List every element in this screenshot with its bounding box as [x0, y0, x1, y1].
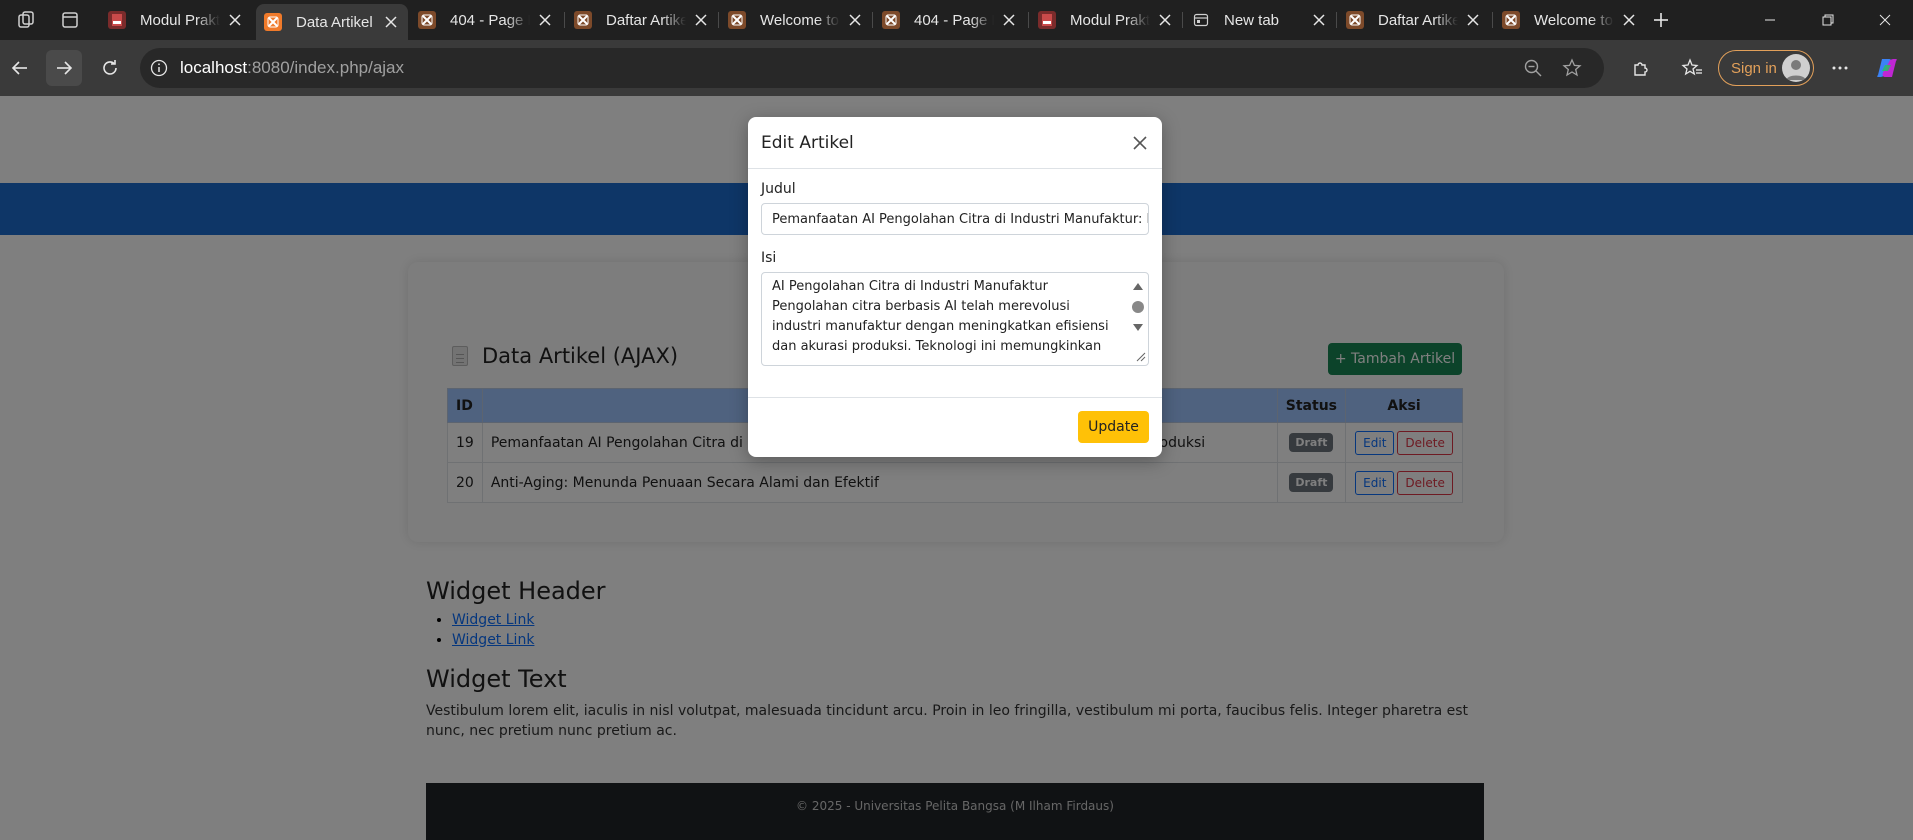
- close-tab-icon[interactable]: [1000, 11, 1018, 29]
- tab-title: Modul Praktik: [140, 11, 220, 29]
- tab-separator: [1028, 12, 1029, 28]
- sign-in-label: Sign in: [1731, 59, 1777, 77]
- close-tab-icon[interactable]: [536, 11, 554, 29]
- more-menu-icon[interactable]: [1822, 50, 1858, 86]
- tab-separator: [1492, 12, 1493, 28]
- xampp-icon: [1502, 11, 1520, 29]
- isi-label: Isi: [761, 250, 777, 266]
- xampp-icon: [574, 11, 592, 29]
- xampp-icon: [418, 11, 436, 29]
- tab-7[interactable]: Modul Praktik: [1030, 4, 1182, 36]
- tab-title: Welcome to: [760, 11, 839, 29]
- close-tab-icon[interactable]: [1620, 11, 1638, 29]
- tab-8[interactable]: New tab: [1184, 4, 1336, 36]
- tab-separator: [872, 12, 873, 28]
- tab-5[interactable]: Welcome to: [720, 4, 872, 36]
- close-tab-icon[interactable]: [846, 11, 864, 29]
- tab-10[interactable]: Welcome to: [1494, 4, 1646, 36]
- pdf-icon: [108, 11, 126, 29]
- tab-separator: [1336, 12, 1337, 28]
- zoom-out-icon[interactable]: [1524, 59, 1542, 81]
- judul-input[interactable]: Pemanfaatan AI Pengolahan Citra di Indus…: [761, 203, 1149, 235]
- new-tab-button[interactable]: [1649, 8, 1673, 32]
- address-bar[interactable]: localhost:8080/index.php/ajax: [140, 48, 1604, 88]
- avatar-icon: [1782, 54, 1810, 82]
- tab-title: New tab: [1224, 11, 1280, 29]
- extensions-icon[interactable]: [1623, 50, 1659, 86]
- browser-toolbar: localhost:8080/index.php/ajax Sign in: [0, 40, 1913, 96]
- close-tab-icon[interactable]: [382, 13, 400, 31]
- new-tab-icon: [1192, 11, 1210, 29]
- back-button[interactable]: [2, 50, 38, 86]
- modal-body: Judul Pemanfaatan AI Pengolahan Citra di…: [748, 169, 1162, 378]
- tab-title: 404 - Page Not Found: [914, 11, 994, 29]
- refresh-button[interactable]: [92, 50, 128, 86]
- close-tab-icon[interactable]: [692, 11, 710, 29]
- xampp-icon: [1346, 11, 1364, 29]
- tab-separator: [1182, 12, 1183, 28]
- tab-separator: [564, 12, 565, 28]
- textarea-scrollbar[interactable]: [1128, 273, 1148, 365]
- site-info-icon[interactable]: [150, 59, 168, 77]
- tab-1[interactable]: Modul Praktik: [100, 4, 252, 36]
- close-window-button[interactable]: [1857, 0, 1913, 40]
- url-text: localhost:8080/index.php/ajax: [180, 58, 405, 77]
- copilot-icon[interactable]: [1869, 50, 1905, 86]
- close-tab-icon[interactable]: [1464, 11, 1482, 29]
- page-viewport: Data Artikel (AJAX) + Tambah Artikel ID …: [0, 96, 1913, 840]
- restore-button[interactable]: [1800, 0, 1856, 40]
- forward-button[interactable]: [46, 50, 82, 86]
- tab-title: Welcome to: [1534, 11, 1613, 29]
- xampp-icon: [728, 11, 746, 29]
- tab-strip: Modul Praktik Data Artikel 404 - Page Not …: [0, 0, 1913, 40]
- sign-in-button[interactable]: Sign in: [1718, 50, 1814, 86]
- close-tab-icon[interactable]: [1156, 11, 1174, 29]
- tab-title: Daftar Artikel: [1378, 11, 1458, 29]
- workspaces-icon[interactable]: [15, 8, 39, 32]
- close-icon[interactable]: [1131, 134, 1149, 152]
- close-tab-icon[interactable]: [1310, 11, 1328, 29]
- tab-separator: [718, 12, 719, 28]
- tab-9[interactable]: Daftar Artikel: [1338, 4, 1490, 36]
- isi-textarea[interactable]: AI Pengolahan Citra di Industri Manufakt…: [761, 272, 1149, 366]
- modal-footer: Update: [748, 397, 1162, 457]
- tab-3[interactable]: 404 - Page Not Found: [410, 4, 562, 36]
- tab-title: 404 - Page Not Found: [450, 11, 530, 29]
- favorite-star-icon[interactable]: [1562, 58, 1582, 82]
- xampp-icon: [882, 11, 900, 29]
- update-button[interactable]: Update: [1078, 411, 1149, 443]
- pdf-icon: [1038, 11, 1056, 29]
- isi-textarea-content: AI Pengolahan Citra di Industri Manufakt…: [772, 279, 1109, 354]
- tab-2[interactable]: Data Artikel: [256, 4, 408, 40]
- tab-title: Data Artikel: [296, 13, 373, 31]
- xampp-icon: [264, 13, 282, 31]
- modal-title: Edit Artikel: [761, 132, 854, 153]
- close-tab-icon[interactable]: [226, 11, 244, 29]
- tab-4[interactable]: Daftar Artikel: [566, 4, 718, 36]
- tab-title: Modul Praktik: [1070, 11, 1150, 29]
- modal-header: Edit Artikel: [748, 117, 1162, 169]
- minimize-button[interactable]: [1742, 0, 1798, 40]
- tab-6[interactable]: 404 - Page Not Found: [874, 4, 1026, 36]
- tab-title: Daftar Artikel: [606, 11, 686, 29]
- vertical-tabs-icon[interactable]: [58, 8, 82, 32]
- edit-article-modal: Edit Artikel Judul Pemanfaatan AI Pengol…: [748, 117, 1162, 457]
- favorites-icon[interactable]: [1674, 50, 1710, 86]
- judul-label: Judul: [761, 181, 796, 197]
